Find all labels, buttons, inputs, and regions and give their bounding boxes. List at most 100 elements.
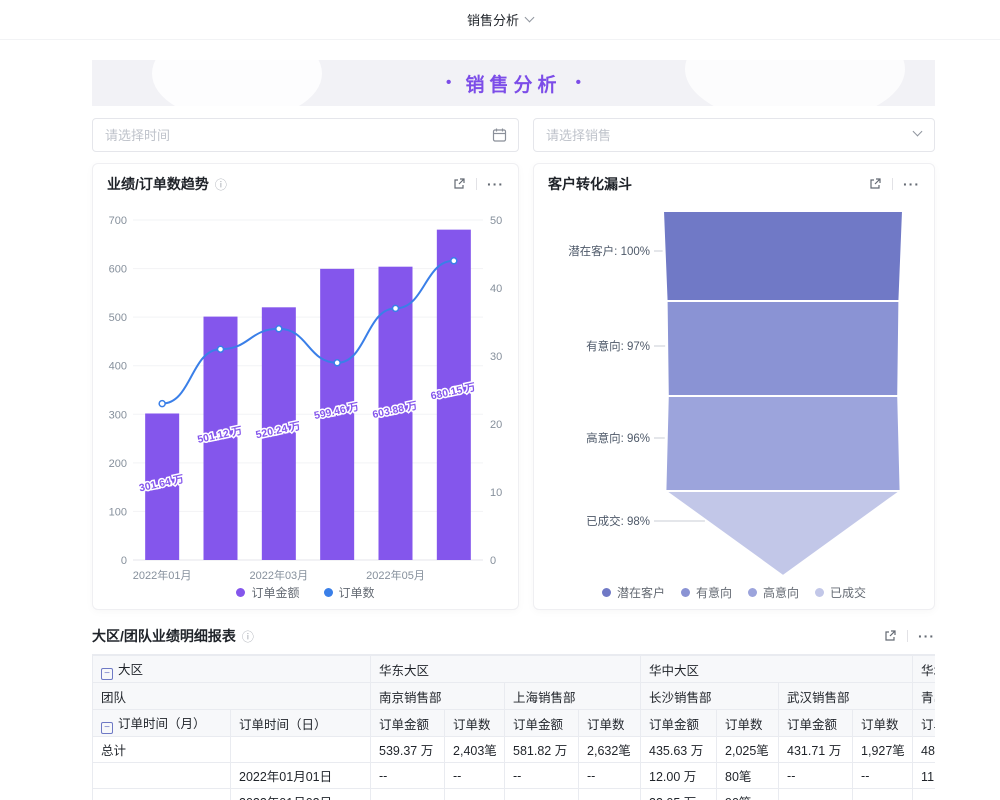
funnel-card: 客户转化漏斗 ··· 潜在客户: 100%有意向: 97%高意向: 96%已成交… xyxy=(533,163,935,610)
table-cell: -- xyxy=(579,763,641,789)
export-icon[interactable] xyxy=(883,629,897,643)
table-cell: 总计 xyxy=(93,737,231,763)
table-header-label: 华北大区 xyxy=(921,664,935,678)
table-header-label: 订单时间（日） xyxy=(239,718,327,732)
x-axis-label: 2022年03月 xyxy=(249,568,308,582)
table-cell: 435.63 万 xyxy=(641,737,717,763)
table-cell: -- xyxy=(579,789,641,800)
legend-label: 订单金额 xyxy=(251,584,299,601)
table-cell xyxy=(93,789,231,800)
table-header-label: 华东大区 xyxy=(379,664,429,678)
divider xyxy=(476,178,477,190)
left-axis-label: 0 xyxy=(121,555,127,567)
table-cell xyxy=(93,763,231,789)
funnel-segment[interactable] xyxy=(665,491,900,576)
legend-label: 高意向 xyxy=(763,584,799,601)
page-selector[interactable]: 销售分析 xyxy=(467,10,533,29)
trend-card: 业绩/订单数趋势 ⓘ ··· 0100200300400500600700010… xyxy=(92,163,519,610)
table-header-cell: 订单金额 xyxy=(641,710,717,737)
table-header-label: 订单金额 xyxy=(921,718,935,732)
line-point xyxy=(276,326,282,332)
legend-marker xyxy=(236,588,245,597)
collapse-icon[interactable]: − xyxy=(101,722,113,734)
table-header-label: 订单金额 xyxy=(513,718,563,732)
left-axis-label: 700 xyxy=(109,215,127,227)
sales-filter-input[interactable] xyxy=(534,119,934,151)
funnel-segment[interactable] xyxy=(663,211,903,301)
legend-item[interactable]: 已成交 xyxy=(815,584,866,601)
right-axis-label: 50 xyxy=(490,215,502,227)
table-section-header: 大区/团队业绩明细报表 ⓘ ··· xyxy=(92,618,935,654)
table-cell: -- xyxy=(779,789,853,800)
table-header-cell: 订单数 xyxy=(579,710,641,737)
table-header-label: 团队 xyxy=(101,691,126,705)
legend-item[interactable]: 潜在客户 xyxy=(602,584,665,601)
banner: • 销售分析 • xyxy=(92,60,935,106)
funnel-card-header: 客户转化漏斗 ··· xyxy=(534,164,934,204)
table-header-label: 武汉销售部 xyxy=(787,691,850,705)
table-cell: 2,403笔 xyxy=(445,737,505,763)
sales-filter[interactable] xyxy=(533,118,935,152)
pivot-table-wrap[interactable]: −大区华东大区华中大区华北大区团队南京销售部上海销售部长沙销售部武汉销售部青岛销… xyxy=(92,654,935,800)
table-header-label: 上海销售部 xyxy=(513,691,576,705)
line-point xyxy=(334,360,340,366)
funnel-card-title: 客户转化漏斗 xyxy=(548,174,632,194)
line-point xyxy=(393,305,399,311)
legend-label: 有意向 xyxy=(696,584,732,601)
legend-item[interactable]: 订单数 xyxy=(324,584,375,601)
table-header-cell: 青岛销售部 xyxy=(913,683,935,710)
table-cell: -- xyxy=(505,789,579,800)
more-icon[interactable]: ··· xyxy=(918,629,935,643)
legend-marker xyxy=(681,588,690,597)
export-icon[interactable] xyxy=(868,177,882,191)
table-header-cell: −大区 xyxy=(93,656,371,683)
page-title: 销售分析 xyxy=(467,10,519,29)
left-axis-label: 200 xyxy=(109,458,127,470)
dashboard-content: • 销售分析 • 业绩/订单数趋势 ⓘ xyxy=(0,40,1000,800)
table-header-label: 订单数 xyxy=(453,718,491,732)
legend-item[interactable]: 有意向 xyxy=(681,584,732,601)
table-header-cell: 订单金额 xyxy=(779,710,853,737)
legend-marker xyxy=(815,588,824,597)
funnel-stage-label: 高意向: 96% xyxy=(586,431,650,445)
table-header-cell: 团队 xyxy=(93,683,371,710)
info-icon[interactable]: ⓘ xyxy=(242,628,254,645)
legend-item[interactable]: 订单金额 xyxy=(236,584,299,601)
table-cell: -- xyxy=(445,789,505,800)
table-row: 2022年01月02日--------22.05 万90笔-------- xyxy=(93,789,936,800)
table-cell: 2022年01月02日 xyxy=(231,789,371,800)
table-cell: -- xyxy=(505,763,579,789)
more-icon[interactable]: ··· xyxy=(487,177,504,191)
right-axis-label: 30 xyxy=(490,351,502,363)
trend-card-header: 业绩/订单数趋势 ⓘ ··· xyxy=(93,164,518,204)
calendar-icon xyxy=(492,128,507,143)
table-cell: 581.82 万 xyxy=(505,737,579,763)
funnel-segment[interactable] xyxy=(667,301,900,396)
export-icon[interactable] xyxy=(452,177,466,191)
right-axis-label: 10 xyxy=(490,487,502,499)
table-title: 大区/团队业绩明细报表 xyxy=(92,626,236,646)
trend-chart: 0100200300400500600700010203040502022年01… xyxy=(93,204,518,586)
table-row: 2022年01月01日--------12.00 万80笔----11.07 万… xyxy=(93,763,936,789)
time-filter-input[interactable] xyxy=(93,119,518,151)
right-axis-label: 40 xyxy=(490,283,502,295)
collapse-icon[interactable]: − xyxy=(101,668,113,680)
legend-item[interactable]: 高意向 xyxy=(748,584,799,601)
funnel-segment[interactable] xyxy=(665,396,900,491)
pivot-table: −大区华东大区华中大区华北大区团队南京销售部上海销售部长沙销售部武汉销售部青岛销… xyxy=(92,655,935,800)
funnel-chart: 潜在客户: 100%有意向: 97%高意向: 96%已成交: 98% xyxy=(534,204,934,584)
table-cell: -- xyxy=(371,789,445,800)
right-axis-label: 20 xyxy=(490,419,502,431)
table-header-label: 华中大区 xyxy=(649,664,699,678)
table-header-cell: 订单数 xyxy=(717,710,779,737)
legend-label: 潜在客户 xyxy=(617,584,665,601)
legend-label: 已成交 xyxy=(830,584,866,601)
info-icon[interactable]: ⓘ xyxy=(215,176,227,193)
table-cell: -- xyxy=(853,789,913,800)
trend-card-title: 业绩/订单数趋势 xyxy=(107,174,209,194)
table-header-label: 订单金额 xyxy=(649,718,699,732)
table-header-label: 订单金额 xyxy=(787,718,837,732)
time-filter[interactable] xyxy=(92,118,519,152)
more-icon[interactable]: ··· xyxy=(903,177,920,191)
table-header-label: 订单数 xyxy=(861,718,899,732)
